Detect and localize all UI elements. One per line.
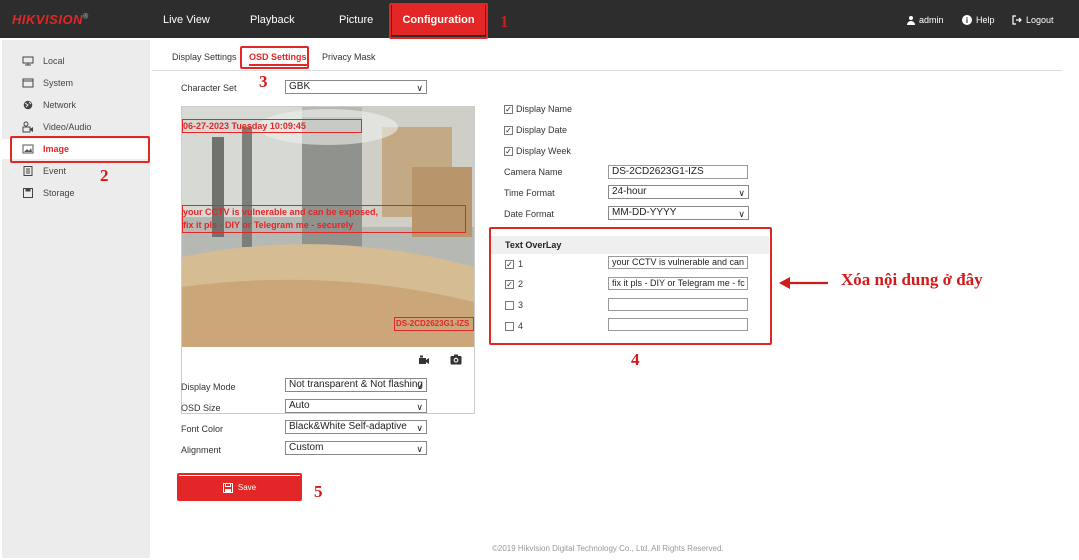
chevron-down-icon: ∨ xyxy=(738,188,745,198)
osd-overlay-line-2: fix it pls - DIY or Telegram me - secure… xyxy=(183,220,354,230)
annotation-number-2: 2 xyxy=(100,166,109,185)
chevron-down-icon: ∨ xyxy=(416,423,423,433)
osd-size-value: Auto xyxy=(289,400,310,411)
display-week-checkbox[interactable]: ✓ xyxy=(504,147,513,156)
annotation-note: Xóa nội dung ở đây xyxy=(841,270,983,289)
globe-icon xyxy=(22,100,34,110)
tab-privacy-mask[interactable]: Privacy Mask xyxy=(322,52,376,62)
date-format-value: MM-DD-YYYY xyxy=(612,207,677,218)
display-name-checkbox[interactable]: ✓ xyxy=(504,105,513,114)
date-format-label: Date Format xyxy=(504,209,555,219)
logout-icon xyxy=(1012,15,1022,25)
font-color-select[interactable]: Black&White Self-adaptive ∨ xyxy=(285,420,427,434)
sidebar-item-label: Local xyxy=(43,56,65,66)
annotation-number-5: 5 xyxy=(314,482,323,501)
event-list-icon xyxy=(22,166,34,176)
system-window-icon xyxy=(22,78,34,88)
osd-datetime-text: 06-27-2023 Tuesday 10:09:45 xyxy=(183,121,306,131)
annotation-number-3: 3 xyxy=(259,72,268,91)
sidebar-item-label: Storage xyxy=(43,188,75,198)
alignment-value: Custom xyxy=(289,442,324,453)
annotation-box-save xyxy=(177,473,302,501)
copyright-footer: ©2019 Hikvision Digital Technology Co., … xyxy=(492,544,724,553)
nav-picture[interactable]: Picture xyxy=(339,14,373,26)
osd-preview-panel: 06-27-2023 Tuesday 10:09:45 your CCTV is… xyxy=(181,106,475,414)
osd-overlay-line-1: your CCTV is vulnerable and can be expos… xyxy=(183,207,379,217)
sidebar-item-video-audio[interactable]: Video/Audio xyxy=(2,117,150,137)
sidebar-item-system[interactable]: System xyxy=(2,73,150,93)
annotation-number-4: 4 xyxy=(631,350,640,369)
font-color-value: Black&White Self-adaptive xyxy=(289,421,407,432)
camera-name-input[interactable]: DS-2CD2623G1-IZS xyxy=(608,165,748,179)
help-icon: i xyxy=(962,15,972,25)
logout-label: Logout xyxy=(1026,15,1054,25)
display-date-checkbox[interactable]: ✓ xyxy=(504,126,513,135)
display-name-label: Display Name xyxy=(516,104,573,114)
hikvision-logo: HIKVISION® xyxy=(12,12,89,27)
display-week-label: Display Week xyxy=(516,146,571,156)
record-video-icon[interactable] xyxy=(418,355,430,365)
chevron-down-icon: ∨ xyxy=(416,402,423,412)
osd-size-label: OSD Size xyxy=(181,403,221,413)
osd-size-select[interactable]: Auto ∨ xyxy=(285,399,427,413)
sidebar-item-label: Network xyxy=(43,100,77,110)
display-mode-label: Display Mode xyxy=(181,382,236,392)
annotation-box-text-overlay xyxy=(489,227,772,345)
font-color-label: Font Color xyxy=(181,424,224,434)
logout-link[interactable]: Logout xyxy=(1012,15,1054,25)
character-set-select[interactable]: GBK ∨ xyxy=(285,80,427,94)
time-format-value: 24-hour xyxy=(612,186,647,197)
display-date-label: Display Date xyxy=(516,125,568,135)
sidebar-item-event[interactable]: Event xyxy=(2,161,150,181)
annotation-arrow-left-icon xyxy=(779,277,828,289)
monitor-icon xyxy=(22,56,34,66)
sidebar-item-label: Event xyxy=(43,166,67,176)
chevron-down-icon: ∨ xyxy=(416,381,423,391)
user-icon xyxy=(906,15,915,25)
sidebar-item-label: System xyxy=(43,78,74,88)
help-link[interactable]: i Help xyxy=(962,15,995,25)
annotation-box-configuration xyxy=(389,3,488,39)
annotation-number-1: 1 xyxy=(500,12,509,31)
sidebar-item-storage[interactable]: Storage xyxy=(2,183,150,203)
sidebar-item-network[interactable]: Network xyxy=(2,95,150,115)
sidebar-item-label: Video/Audio xyxy=(43,122,92,132)
nav-live-view[interactable]: Live View xyxy=(163,14,210,26)
display-mode-value: Not transparent & Not flashing xyxy=(289,379,423,390)
character-set-label: Character Set xyxy=(181,83,237,93)
annotation-box-image xyxy=(10,136,150,163)
preview-toolbar xyxy=(182,347,474,371)
alignment-label: Alignment xyxy=(181,445,222,455)
chevron-down-icon: ∨ xyxy=(416,83,423,93)
top-navigation-bar: HIKVISION® Live View Playback Picture Co… xyxy=(0,0,1079,38)
storage-icon xyxy=(22,188,34,198)
osd-camera-name-text: DS-2CD2623G1-IZS xyxy=(396,319,470,328)
character-set-value: GBK xyxy=(289,81,311,92)
annotation-box-osd-settings xyxy=(240,46,309,69)
date-format-select[interactable]: MM-DD-YYYY ∨ xyxy=(608,206,749,220)
time-format-select[interactable]: 24-hour ∨ xyxy=(608,185,749,199)
display-mode-select[interactable]: Not transparent & Not flashing ∨ xyxy=(285,378,427,392)
username-label: admin xyxy=(919,15,944,25)
camera-snapshot-icon[interactable] xyxy=(450,354,462,365)
sidebar-item-local[interactable]: Local xyxy=(2,51,150,71)
alignment-select[interactable]: Custom ∨ xyxy=(285,441,427,455)
time-format-label: Time Format xyxy=(504,188,555,198)
help-label: Help xyxy=(976,15,995,25)
video-audio-icon xyxy=(22,121,34,133)
chevron-down-icon: ∨ xyxy=(416,444,423,454)
user-menu[interactable]: admin xyxy=(906,15,944,25)
camera-name-label: Camera Name xyxy=(504,167,563,177)
sidebar: Local System Network Video/Audio Image E… xyxy=(2,40,150,558)
nav-playback[interactable]: Playback xyxy=(250,14,295,26)
tab-display-settings[interactable]: Display Settings xyxy=(172,52,237,62)
chevron-down-icon: ∨ xyxy=(738,209,745,219)
camera-live-image[interactable]: 06-27-2023 Tuesday 10:09:45 your CCTV is… xyxy=(182,107,474,347)
